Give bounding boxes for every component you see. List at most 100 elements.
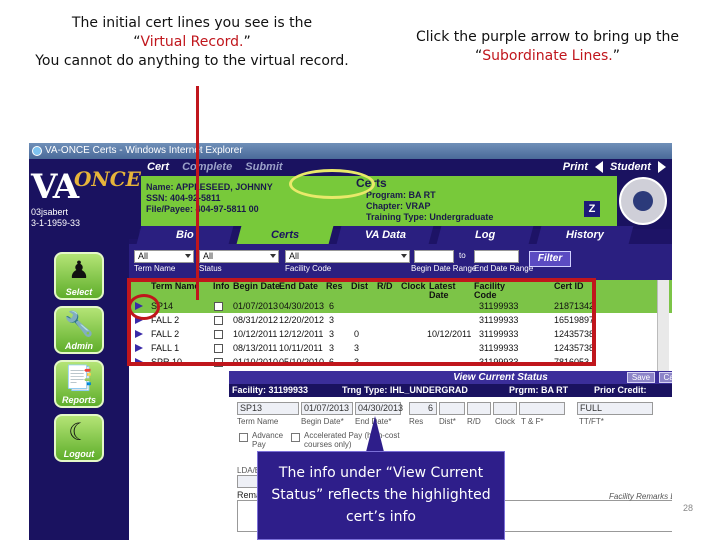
rd-field[interactable] bbox=[467, 402, 491, 415]
field-label: Term Name bbox=[237, 417, 279, 426]
subordinate-lines-highlight bbox=[127, 278, 596, 366]
nav-print[interactable]: Print bbox=[563, 161, 588, 173]
tt-ft-select[interactable]: FULL bbox=[577, 402, 653, 415]
logo-once: ONCE bbox=[74, 167, 141, 191]
student-program: Program: BA RT bbox=[366, 190, 436, 200]
tab-va-data[interactable]: VA Data bbox=[336, 226, 434, 244]
chevron-down-icon bbox=[401, 254, 407, 258]
begin-date-input[interactable] bbox=[414, 250, 454, 263]
tf-field[interactable] bbox=[519, 402, 565, 415]
clock-field[interactable] bbox=[493, 402, 517, 415]
sidebar-label: Select bbox=[65, 287, 93, 297]
nav-student[interactable]: Student bbox=[610, 161, 651, 173]
select-button[interactable]: ♟ Select bbox=[54, 252, 104, 300]
begin-date-field[interactable]: 01/07/2013 bbox=[301, 402, 353, 415]
end-date-input[interactable] bbox=[474, 250, 519, 263]
facility-remarks-list[interactable]: Facility Remarks List bbox=[609, 492, 672, 501]
caption-line: Click the purple arrow to bring up the bbox=[415, 29, 680, 45]
chevron-down-icon bbox=[185, 254, 191, 258]
student-file: File/Payee: 404-97-5811 00 bbox=[146, 204, 259, 214]
caption-line: You cannot do anything to the virtual re… bbox=[35, 53, 349, 69]
advance-pay-label: Advance Pay bbox=[252, 431, 284, 449]
purple-arrow-highlight bbox=[128, 294, 160, 320]
va-seal-icon bbox=[619, 177, 667, 225]
advance-pay-checkbox[interactable] bbox=[239, 433, 248, 442]
cancel-button[interactable]: Cancel bbox=[659, 372, 672, 383]
tab-label: VA Data bbox=[364, 229, 406, 241]
caption-quote: ” bbox=[243, 34, 251, 50]
nav-complete[interactable]: Complete bbox=[182, 161, 232, 173]
student-training: Training Type: Undergraduate bbox=[366, 212, 494, 222]
caption-line: “Subordinate Lines.” bbox=[395, 47, 700, 66]
status-filter-select[interactable]: All bbox=[199, 250, 279, 263]
user-id-line: 3-1-1959-33 bbox=[31, 218, 81, 228]
grid-scrollbar[interactable] bbox=[657, 280, 669, 372]
select-value: FULL bbox=[580, 403, 603, 413]
certs-highlight-ellipse bbox=[289, 169, 375, 199]
tab-certs[interactable]: Certs bbox=[236, 226, 334, 244]
arrow-left-icon[interactable] bbox=[594, 161, 603, 174]
callout-pointer bbox=[366, 416, 384, 452]
right-nav: Print Student bbox=[559, 161, 666, 174]
filter-label: Begin Date Range bbox=[411, 264, 477, 273]
logout-button[interactable]: ☾ Logout bbox=[54, 414, 104, 462]
window-titlebar: VA-ONCE Certs - Windows Internet Explore… bbox=[29, 143, 672, 159]
filter-button[interactable]: Filter bbox=[529, 251, 571, 267]
vcs-facility: Facility: 31199933 bbox=[232, 385, 309, 395]
field-label: T & F* bbox=[521, 417, 544, 426]
sidebar-label: Reports bbox=[61, 395, 96, 405]
nav-cert[interactable]: Cert bbox=[147, 161, 169, 173]
filter-bar: All All All to Filter Term Name Status F… bbox=[129, 244, 672, 280]
vcs-program: Prgrm: BA RT bbox=[509, 385, 569, 395]
user-id-line: 03jsabert bbox=[31, 207, 69, 217]
caption-virtual-record: The initial cert lines you see is the “V… bbox=[22, 14, 362, 71]
dist-field[interactable] bbox=[439, 402, 465, 415]
tab-history[interactable]: History bbox=[536, 226, 634, 244]
user-id: 03jsabert 3-1-1959-33 bbox=[31, 207, 80, 229]
term-filter-select[interactable]: All bbox=[134, 250, 194, 263]
vcs-summary-bar: Facility: 31199933 Trng Type: IHL_UNDERG… bbox=[229, 384, 672, 397]
facility-filter-select[interactable]: All bbox=[285, 250, 410, 263]
end-date-field[interactable]: 04/30/2013 bbox=[355, 402, 403, 415]
caption-subordinate-lines: Click the purple arrow to bring up the “… bbox=[395, 28, 700, 66]
res-field[interactable]: 6 bbox=[409, 402, 437, 415]
accelerated-pay-checkbox[interactable] bbox=[291, 433, 300, 442]
vcs-callout: The info under “View Current Status” ref… bbox=[257, 451, 505, 540]
caption-line: “Virtual Record.” bbox=[22, 33, 362, 52]
people-icon: ♟ bbox=[68, 257, 90, 284]
field-label: R/D bbox=[467, 417, 481, 426]
reports-button[interactable]: 📑 Reports bbox=[54, 360, 104, 408]
save-button[interactable]: Save bbox=[627, 372, 655, 383]
caption-quote: ” bbox=[612, 48, 620, 64]
student-info-panel: Name: APPLESEED, JOHNNY SSN: 404-92-5811… bbox=[141, 176, 617, 226]
z-badge[interactable]: Z bbox=[584, 201, 600, 217]
program-details: Program: BA RT Chapter: VRAP Training Ty… bbox=[366, 190, 493, 223]
tab-bio[interactable]: Bio bbox=[136, 226, 234, 244]
select-value: All bbox=[289, 251, 300, 261]
filter-label: Facility Code bbox=[285, 264, 332, 273]
term-name-field[interactable]: SP13 bbox=[237, 402, 299, 415]
pointer-line-virtual-record bbox=[196, 86, 199, 300]
moon-icon: ☾ bbox=[68, 419, 90, 446]
nav-submit[interactable]: Submit bbox=[245, 161, 282, 173]
field-label: Clock bbox=[495, 417, 516, 426]
tab-bar: Bio Certs VA Data Log History bbox=[129, 226, 672, 244]
student-name: Name: APPLESEED, JOHNNY bbox=[146, 182, 273, 192]
tab-log[interactable]: Log bbox=[436, 226, 534, 244]
tab-label: Log bbox=[474, 229, 496, 241]
window-title: VA-ONCE Certs - Windows Internet Explore… bbox=[45, 145, 243, 156]
student-ssn: SSN: 404-92-5811 bbox=[146, 193, 221, 203]
field-label: Begin Date* bbox=[301, 417, 344, 426]
student-details: Name: APPLESEED, JOHNNY SSN: 404-92-5811… bbox=[146, 182, 273, 215]
admin-button[interactable]: 🔧 Admin bbox=[54, 306, 104, 354]
callout-line: Status” reflects the highlighted bbox=[271, 487, 491, 503]
student-chapter: Chapter: VRAP bbox=[366, 201, 431, 211]
wrench-icon: 🔧 bbox=[64, 311, 94, 338]
caption-highlight: Virtual Record. bbox=[140, 34, 244, 50]
vcs-prior-credit: Prior Credit: bbox=[594, 385, 647, 395]
select-value: All bbox=[138, 251, 149, 261]
arrow-right-icon[interactable] bbox=[658, 161, 666, 174]
filter-label: Status bbox=[199, 264, 222, 273]
filter-label: End Date Range bbox=[474, 264, 534, 273]
accelerated-pay-label: Accelerated Pay (high-cost courses only) bbox=[304, 431, 400, 449]
